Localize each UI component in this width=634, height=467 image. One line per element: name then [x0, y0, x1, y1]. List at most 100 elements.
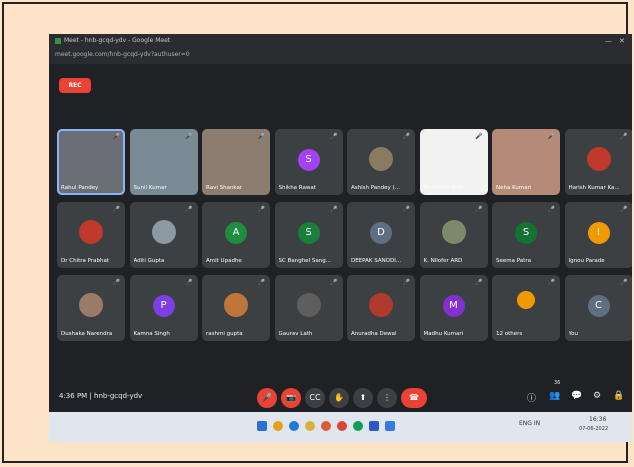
participant-tile[interactable]: 🎤 12 others — [492, 275, 560, 341]
app-icon[interactable] — [353, 421, 363, 431]
chat-icon[interactable]: 💬 — [571, 391, 582, 401]
participant-tile[interactable]: 🎤 Neha Kumari — [492, 129, 560, 195]
participant-name: Anuradha Dewal — [351, 331, 397, 337]
browser-icon[interactable] — [305, 421, 315, 431]
avatar — [586, 147, 611, 171]
address-bar[interactable]: meet.google.com/hnb-gcqd-ydv?authuser=0 — [55, 51, 190, 58]
participant-tile[interactable]: 🎤 Shubham Kum... — [419, 129, 488, 195]
participant-name: Harish Kumar Ka... — [568, 185, 620, 191]
info-icon[interactable]: ⓘ — [527, 391, 536, 404]
participant-name: K. Nilofer ARD — [423, 258, 463, 264]
participant-name: Ravi Shankar — [206, 185, 243, 191]
avatar: A — [225, 222, 247, 244]
mic-muted-icon: 🎤 — [185, 133, 193, 140]
others-avatar-stack — [517, 291, 535, 309]
mic-muted-icon: 🎤 — [112, 133, 120, 140]
mic-muted-icon: 🎤 — [257, 279, 265, 286]
participant-tile[interactable]: 🎤 Sunil Kumar — [129, 129, 198, 195]
mic-muted-icon: 🎤 — [620, 279, 628, 286]
mic-muted-icon: 🎤 — [547, 279, 555, 286]
mic-muted-icon: 🎤 — [112, 206, 120, 213]
mic-muted-icon: 🎤 — [475, 133, 483, 140]
store-icon[interactable] — [369, 421, 379, 431]
clock-date[interactable]: 07-06-2022 — [579, 426, 608, 432]
mic-muted-icon: 🎤 — [620, 206, 628, 213]
participant-tile[interactable]: 🎤 Anuradha Dewal — [347, 275, 415, 341]
captions-button[interactable]: CC — [305, 388, 325, 408]
participant-tile[interactable]: 🎤 D DEEPAK SANODI... — [347, 202, 415, 268]
participant-name: Rahul Pandey — [61, 185, 99, 191]
present-button[interactable]: ⬆ — [353, 388, 373, 408]
mic-muted-icon: 🎤 — [330, 133, 338, 140]
participant-tile[interactable]: 🎤 Dr Chitra Prabhat — [57, 202, 125, 268]
mic-muted-icon: 🎤 — [257, 133, 265, 140]
more-options-button[interactable]: ⋮ — [377, 388, 397, 408]
host-controls-icon[interactable]: 🔒 — [613, 391, 624, 401]
avatar: C — [587, 295, 610, 317]
avatar — [441, 220, 466, 244]
participant-tile[interactable]: 🎤 S Shikha Rawat — [274, 129, 343, 195]
app-icon[interactable] — [337, 421, 347, 431]
app-icon[interactable] — [321, 421, 331, 431]
participant-tile[interactable]: 🎤 rashmi gupta — [202, 275, 270, 341]
participant-tile[interactable]: 🎤 Dushaka Narendra — [57, 275, 125, 341]
participant-tile[interactable]: 🎤 C You — [564, 275, 632, 341]
start-icon[interactable] — [257, 421, 267, 431]
mic-muted-icon: 🎤 — [402, 279, 410, 286]
camera-toggle-button[interactable]: 📷 — [281, 388, 301, 408]
close-window-button[interactable]: ✕ — [619, 37, 625, 45]
avatar: P — [152, 295, 175, 317]
participant-name: Gaurav Lath — [278, 331, 313, 337]
participant-name: 12 others — [496, 331, 523, 337]
participant-tile[interactable]: 🎤 S SC Banghel Sang... — [274, 202, 343, 268]
avatar: S — [297, 149, 320, 171]
participant-tile[interactable]: 🎤 I Ignou Parade — [564, 202, 632, 268]
chrome-icon[interactable] — [273, 421, 283, 431]
activities-icon[interactable]: ⚙ — [593, 391, 601, 401]
participant-tile[interactable]: 🎤 Rahul Pandey — [57, 129, 125, 195]
participant-tile[interactable]: 🎤 Ashish Pandey (... — [347, 129, 415, 195]
monitor-screen: Meet - hnb-gcqd-ydv - Google Meet meet.g… — [49, 34, 632, 442]
people-icon[interactable]: 👥 — [549, 391, 560, 401]
meet-window: REC 🎤 Rahul Pandey 🎤 Sunil Kumar 🎤 Ravi Shank… — [49, 64, 632, 442]
mic-muted-icon: 🎤 — [402, 206, 410, 213]
participant-tile[interactable]: 🎤 K. Nilofer ARD — [419, 202, 488, 268]
mic-muted-icon: 🎤 — [330, 279, 338, 286]
participant-tile[interactable]: 🎤 Gaurav Lath — [274, 275, 343, 341]
participant-tile[interactable]: 🎤 Harish Kumar Ka... — [564, 129, 632, 195]
minimize-button[interactable]: — — [605, 37, 612, 45]
participant-name: Shikha Rawat — [278, 185, 316, 191]
meeting-info: 4:36 PM | hnb-gcqd-ydv — [59, 392, 143, 400]
participant-tile[interactable]: 🎤 M Madhu Kumari — [419, 275, 488, 341]
mic-muted-icon: 🎤 — [402, 133, 410, 140]
avatar — [369, 147, 393, 171]
browser-tab[interactable]: Meet - hnb-gcqd-ydv - Google Meet — [55, 37, 170, 44]
raise-hand-button[interactable]: ✋ — [329, 388, 349, 408]
participant-tile[interactable]: 🎤 Aditi Gupta — [129, 202, 198, 268]
participant-name: Dushaka Narendra — [61, 331, 113, 337]
avatar — [151, 220, 176, 244]
participant-name: Ashish Pandey (... — [351, 185, 400, 191]
avatar: M — [442, 295, 465, 317]
end-call-button[interactable]: ☎ — [401, 388, 427, 408]
participant-name: Kamna Singh — [133, 331, 170, 337]
participant-tile[interactable]: 🎤 P Kamna Singh — [129, 275, 198, 341]
participant-name: Madhu Kumari — [423, 331, 464, 337]
folder-icon[interactable] — [385, 421, 395, 431]
participant-tile[interactable]: 🎤 Ravi Shankar — [202, 129, 270, 195]
recording-badge: REC — [59, 78, 91, 93]
mic-muted-icon: 🎤 — [112, 279, 120, 286]
participant-tile[interactable]: 🎤 S Seema Patra — [492, 202, 560, 268]
avatar — [296, 293, 321, 317]
avatar — [224, 293, 248, 317]
language-indicator[interactable]: ENG IN — [519, 420, 540, 427]
participant-name: SC Banghel Sang... — [278, 258, 331, 264]
mic-toggle-button[interactable]: 🎤 — [257, 388, 277, 408]
photo-frame: Meet - hnb-gcqd-ydv - Google Meet meet.g… — [2, 2, 632, 463]
mic-muted-icon: 🎤 — [547, 206, 555, 213]
participant-tile[interactable]: 🎤 A Amit Upadhe — [202, 202, 270, 268]
participant-name: Aditi Gupta — [133, 258, 165, 264]
participant-name: rashmi gupta — [206, 331, 243, 337]
clock-time[interactable]: 16:36 — [589, 416, 606, 423]
edge-icon[interactable] — [289, 421, 299, 431]
